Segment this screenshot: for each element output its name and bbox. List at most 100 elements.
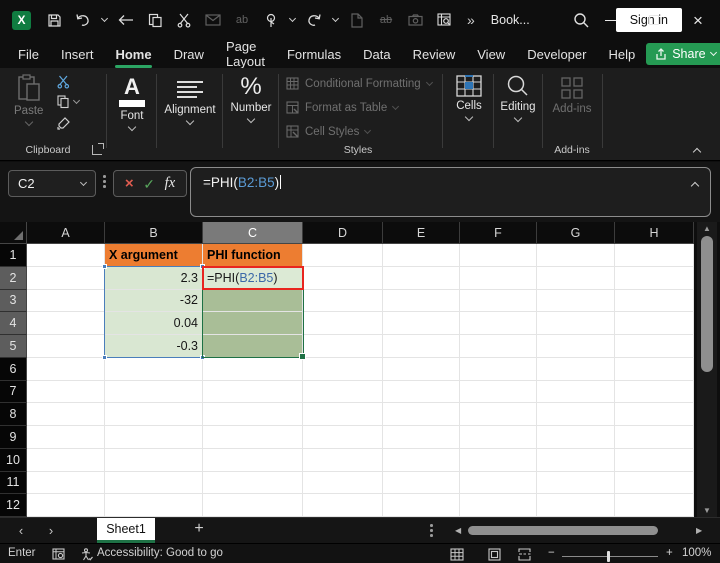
formula-input[interactable]: =PHI(B2:B5) [190, 167, 711, 217]
cell-E4[interactable] [383, 312, 460, 335]
minimize-button[interactable] [588, 0, 632, 40]
cell-C7[interactable] [203, 381, 303, 404]
cell-D10[interactable] [303, 449, 383, 472]
cell-H6[interactable] [615, 358, 694, 381]
cell-F4[interactable] [460, 312, 537, 335]
column-header-H[interactable]: H [615, 222, 694, 244]
cell-B6[interactable] [105, 358, 203, 381]
row-header-5[interactable]: 5 [0, 335, 27, 358]
row-header-6[interactable]: 6 [0, 358, 27, 381]
cell-F5[interactable] [460, 335, 537, 358]
cell-E2[interactable] [383, 267, 460, 290]
row-header-11[interactable]: 11 [0, 472, 27, 495]
cell-E6[interactable] [383, 358, 460, 381]
confirm-entry-icon[interactable]: ✓ [143, 177, 155, 191]
macro-record-icon[interactable] [52, 548, 65, 561]
cell-E7[interactable] [383, 381, 460, 404]
cell-F2[interactable] [460, 267, 537, 290]
sheet-tab-sheet1[interactable]: Sheet1 [97, 518, 155, 543]
row-header-8[interactable]: 8 [0, 403, 27, 426]
cell-E5[interactable] [383, 335, 460, 358]
cell-H4[interactable] [615, 312, 694, 335]
insert-function-icon[interactable]: fx [165, 175, 175, 192]
touch-mode-icon[interactable] [261, 9, 281, 31]
translate-icon[interactable]: ab [232, 9, 252, 31]
cell-B3[interactable]: -32 [105, 290, 203, 313]
horizontal-scrollbar-thumb[interactable] [468, 526, 658, 535]
tab-draw[interactable]: Draw [163, 42, 215, 67]
cell-A1[interactable] [27, 244, 105, 267]
column-header-D[interactable]: D [303, 222, 383, 244]
cell-D9[interactable] [303, 426, 383, 449]
row-header-4[interactable]: 4 [0, 312, 27, 335]
cell-G2[interactable] [537, 267, 615, 290]
redo-dropdown-icon[interactable] [332, 15, 339, 22]
cell-B7[interactable] [105, 381, 203, 404]
cell-C3[interactable] [203, 290, 303, 313]
cell-B4[interactable]: 0.04 [105, 312, 203, 335]
cell-D4[interactable] [303, 312, 383, 335]
cell-C2[interactable]: =PHI(B2:B5) [203, 267, 303, 290]
cancel-entry-icon[interactable]: × [125, 176, 134, 191]
share-button[interactable]: Share [646, 43, 720, 65]
tab-file[interactable]: File [7, 42, 50, 67]
tab-help[interactable]: Help [597, 42, 646, 67]
conditional-formatting-button[interactable]: Conditional Formatting [286, 77, 432, 90]
cell-A10[interactable] [27, 449, 105, 472]
tab-data[interactable]: Data [352, 42, 401, 67]
cell-A4[interactable] [27, 312, 105, 335]
cell-G4[interactable] [537, 312, 615, 335]
cell-D11[interactable] [303, 472, 383, 495]
cut-icon[interactable] [174, 9, 194, 31]
cell-B2[interactable]: 2.3 [105, 267, 203, 290]
cell-H7[interactable] [615, 381, 694, 404]
column-header-E[interactable]: E [383, 222, 460, 244]
column-header-G[interactable]: G [537, 222, 615, 244]
cell-A5[interactable] [27, 335, 105, 358]
cell-H9[interactable] [615, 426, 694, 449]
cell-F7[interactable] [460, 381, 537, 404]
camera-icon[interactable] [405, 9, 425, 31]
redo-icon[interactable] [304, 9, 324, 31]
maximize-button[interactable] [632, 0, 676, 40]
cell-H12[interactable] [615, 494, 694, 517]
cell-A7[interactable] [27, 381, 105, 404]
cell-A3[interactable] [27, 290, 105, 313]
accessibility-icon[interactable] [80, 548, 93, 561]
collapse-ribbon-icon[interactable] [693, 148, 701, 156]
cell-C12[interactable] [203, 494, 303, 517]
copy-button[interactable] [57, 95, 79, 109]
tab-home[interactable]: Home [104, 42, 162, 67]
column-header-A[interactable]: A [27, 222, 105, 244]
cell-G1[interactable] [537, 244, 615, 267]
column-header-C[interactable]: C [203, 222, 303, 244]
cell-F8[interactable] [460, 403, 537, 426]
name-box-dropdown-icon[interactable] [80, 178, 87, 185]
cell-C9[interactable] [203, 426, 303, 449]
font-group-button[interactable]: A Font [111, 76, 153, 130]
hscroll-left-icon[interactable]: ◀ [455, 526, 461, 535]
cell-G12[interactable] [537, 494, 615, 517]
cell-D3[interactable] [303, 290, 383, 313]
column-header-F[interactable]: F [460, 222, 537, 244]
cell-G8[interactable] [537, 403, 615, 426]
cell-C5[interactable] [203, 335, 303, 358]
row-header-9[interactable]: 9 [0, 426, 27, 449]
row-header-10[interactable]: 10 [0, 449, 27, 472]
cell-E3[interactable] [383, 290, 460, 313]
cell-H2[interactable] [615, 267, 694, 290]
cell-F1[interactable] [460, 244, 537, 267]
cell-D7[interactable] [303, 381, 383, 404]
cell-D1[interactable] [303, 244, 383, 267]
touch-mode-dropdown-icon[interactable] [289, 15, 296, 22]
editing-group-button[interactable]: Editing [495, 74, 541, 121]
undo-dropdown-icon[interactable] [101, 15, 108, 22]
page-layout-view-icon[interactable] [488, 548, 501, 561]
cell-E9[interactable] [383, 426, 460, 449]
cells-group-button[interactable]: Cells [445, 75, 493, 120]
zoom-in-icon[interactable]: + [666, 547, 673, 559]
column-header-B[interactable]: B [105, 222, 203, 244]
tab-developer[interactable]: Developer [516, 42, 597, 67]
cell-C8[interactable] [203, 403, 303, 426]
qat-overflow-icon[interactable]: » [467, 12, 473, 28]
